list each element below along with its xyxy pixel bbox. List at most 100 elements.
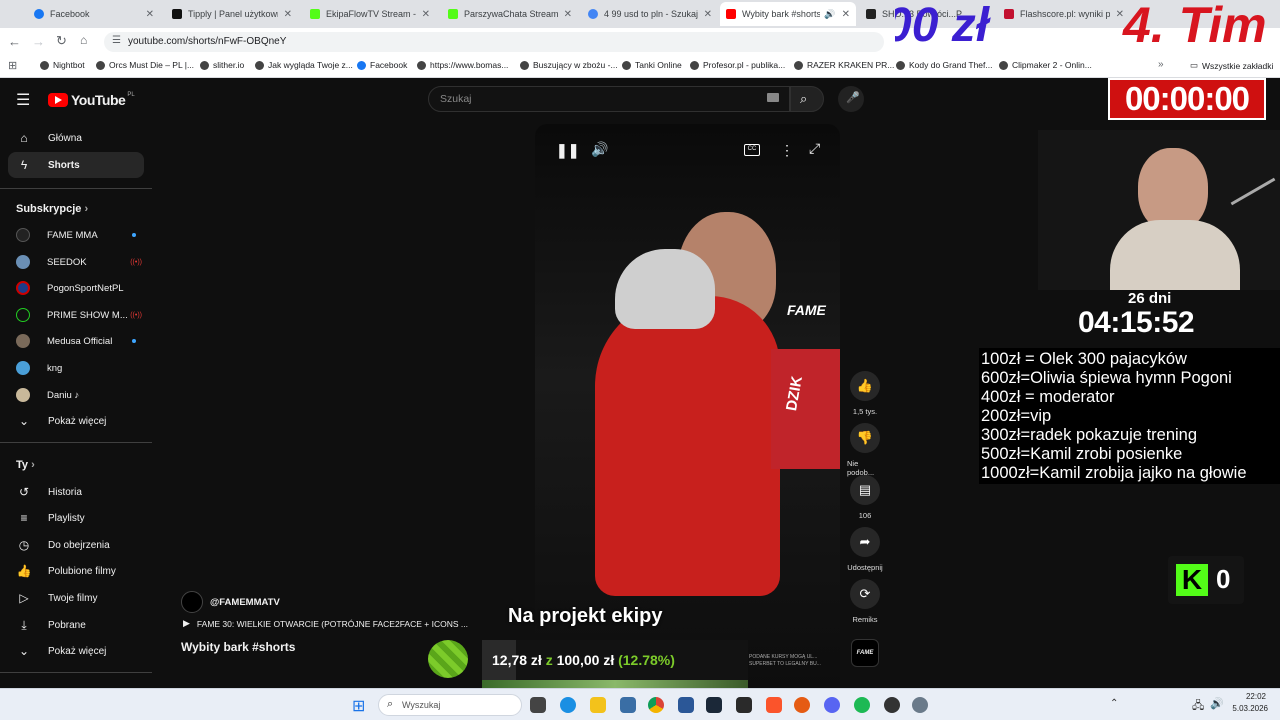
sidebar-item-shorts[interactable]: ϟ Shorts: [8, 152, 144, 178]
tab-google-search[interactable]: 4 99 usd to pln - Szukaj w ✕: [582, 2, 718, 26]
tab-youtube-active[interactable]: Wybity bark #shorts 🔊 ✕: [720, 2, 856, 26]
clock-time[interactable]: 22:02: [1232, 692, 1266, 701]
playlist-title: FAME 30: WIELKIE OTWARCIE (POTRÓJNE FACE…: [196, 618, 468, 629]
bookmark-item[interactable]: RAZER KRAKEN PR...: [794, 60, 894, 70]
forward-icon[interactable]: →: [32, 34, 45, 49]
volume-icon[interactable]: 🔊: [1210, 697, 1224, 710]
bookmark-item[interactable]: Orcs Must Die – PL |...: [96, 60, 194, 70]
subscription-item[interactable]: SEEDOK ((•)): [16, 252, 142, 272]
speaker-icon[interactable]: 🔊: [824, 9, 835, 20]
steam-icon[interactable]: [706, 697, 722, 713]
close-tab-icon[interactable]: ✕: [704, 9, 712, 20]
hamburger-menu-icon[interactable]: ☰: [16, 90, 30, 110]
like-button[interactable]: 👍 1,5 tys.: [847, 371, 883, 416]
channel-info[interactable]: @FAMEMMATV: [181, 591, 280, 613]
subscription-item[interactable]: PogonSportNetPL: [16, 278, 136, 298]
sound-thumbnail[interactable]: FAME: [851, 639, 879, 667]
bookmark-item[interactable]: Kody do Grand Thef...: [896, 60, 992, 70]
taskbar-search[interactable]: ⌕ Wyszukaj: [378, 694, 522, 716]
sidebar-item-watch-later[interactable]: ◷ Do obejrzenia: [8, 532, 144, 558]
short-video-player[interactable]: DZIK FAME PODANE KURSY MOGĄ UL... SUPERB…: [535, 124, 840, 688]
youtube-logo[interactable]: YouTube PL: [48, 92, 135, 108]
all-bookmarks-button[interactable]: ▭ Wszystkie zakładki: [1190, 60, 1273, 71]
comments-button[interactable]: ▤ 106: [847, 475, 883, 520]
playlist-link[interactable]: ▶ FAME 30: WIELKIE OTWARCIE (POTRÓJNE FA…: [183, 618, 468, 629]
search-button[interactable]: ⌕: [790, 86, 824, 112]
more-bookmarks-icon[interactable]: »: [1158, 59, 1164, 70]
show-more-subscriptions[interactable]: ⌄ Pokaż więcej: [8, 408, 144, 434]
search-input[interactable]: Szukaj: [428, 86, 790, 112]
close-tab-icon[interactable]: ✕: [422, 9, 430, 20]
app-icon[interactable]: [678, 697, 694, 713]
discord-icon[interactable]: [824, 697, 840, 713]
sidebar-item-home[interactable]: ⌂ Główna: [8, 125, 144, 151]
share-button[interactable]: ➦ Udostępnij: [847, 527, 883, 572]
task-view-icon[interactable]: [530, 697, 546, 713]
volume-icon[interactable]: 🔊: [591, 141, 608, 158]
bookmark-item[interactable]: Facebook: [357, 60, 407, 70]
subscription-item[interactable]: FAME MMA: [16, 225, 136, 245]
tab-facebook[interactable]: Facebook ✕: [28, 2, 160, 26]
close-tab-icon[interactable]: ✕: [284, 9, 292, 20]
tray-chevron-icon[interactable]: ⌃: [1110, 698, 1118, 709]
sidebar-item-downloads[interactable]: ⤓ Pobrane: [8, 612, 144, 638]
close-tab-icon[interactable]: ✕: [564, 9, 572, 20]
reload-icon[interactable]: ↻: [56, 33, 67, 49]
close-tab-icon[interactable]: ✕: [146, 9, 154, 20]
remix-button[interactable]: ⟳ Remiks: [847, 579, 883, 624]
app-icon[interactable]: [884, 697, 900, 713]
windows-start-icon[interactable]: ⊞: [352, 696, 365, 716]
bookmark-item[interactable]: Buszujący w zbożu -...: [520, 60, 618, 70]
edge-icon[interactable]: [560, 697, 576, 713]
close-tab-icon[interactable]: ✕: [842, 9, 850, 20]
bookmark-item[interactable]: slither.io: [200, 60, 244, 70]
network-icon[interactable]: 🖧: [1192, 697, 1204, 716]
sidebar-item-playlists[interactable]: ≡ Playlisty: [8, 505, 144, 531]
subscription-item[interactable]: Medusa Official: [16, 331, 136, 351]
chrome-icon[interactable]: [648, 697, 664, 713]
epic-games-icon[interactable]: [736, 697, 752, 713]
site-info-icon[interactable]: ☰: [112, 35, 121, 46]
bookmark-item[interactable]: Profesor.pl - publika...: [690, 60, 785, 70]
keyboard-icon[interactable]: [767, 93, 779, 102]
captions-icon[interactable]: CC: [744, 144, 760, 156]
subscription-item[interactable]: Daniu ♪: [16, 385, 136, 405]
pause-icon[interactable]: ❚❚: [556, 142, 579, 159]
obs-icon[interactable]: [794, 697, 810, 713]
brave-icon[interactable]: [766, 697, 782, 713]
bookmark-label: Clipmaker 2 - Onlin...: [1012, 60, 1092, 70]
settings-icon[interactable]: [912, 697, 928, 713]
dislike-button[interactable]: 👎 Nie podob...: [847, 423, 883, 477]
channel-name: kng: [47, 362, 63, 374]
store-icon[interactable]: [620, 697, 636, 713]
bookmark-label: Facebook: [370, 60, 408, 70]
omnibox[interactable]: ☰ youtube.com/shorts/nFwF-OBQneY: [104, 32, 884, 52]
subscription-item[interactable]: PRIME SHOW M... ((•)): [16, 305, 142, 325]
sidebar-item-liked[interactable]: 👍 Polubione filmy: [8, 558, 144, 584]
tab-tipply[interactable]: Tipply | Panel użytkownika ✕: [166, 2, 298, 26]
bookmark-item[interactable]: Jak wygląda Twoje z...: [255, 60, 353, 70]
back-icon[interactable]: ←: [8, 34, 21, 49]
bookmark-item[interactable]: Tanki Online: [622, 60, 682, 70]
file-explorer-icon[interactable]: [590, 697, 606, 713]
more-options-icon[interactable]: ⋮: [780, 142, 794, 159]
subscription-item[interactable]: kng: [16, 358, 136, 378]
subscriptions-heading[interactable]: Subskrypcje ›: [16, 203, 88, 215]
voice-search-button[interactable]: 🎤: [838, 86, 864, 112]
spotify-icon[interactable]: [854, 697, 870, 713]
bookmark-item[interactable]: https://www.bomas...: [417, 60, 508, 70]
you-heading[interactable]: Ty ›: [16, 459, 35, 471]
sidebar-item-your-videos[interactable]: ▷ Twoje filmy: [8, 585, 144, 611]
sidebar-item-show-more[interactable]: ⌄ Pokaż więcej: [8, 638, 144, 664]
fullscreen-icon[interactable]: ⤢: [809, 140, 820, 157]
bookmark-item[interactable]: Clipmaker 2 - Onlin...: [999, 60, 1092, 70]
bookmark-item[interactable]: Nightbot: [40, 60, 85, 70]
thumbs-up-icon: 👍: [850, 371, 880, 401]
tab-parszywachata[interactable]: ParszywaChata Stream - W ✕: [442, 2, 578, 26]
clock-date[interactable]: 5.03.2026: [1228, 704, 1268, 713]
tab-ekipaflow[interactable]: EkipaFlowTV Stream - Wat ✕: [304, 2, 436, 26]
apps-grid-icon[interactable]: ⊞: [8, 59, 17, 72]
home-icon[interactable]: ⌂: [80, 33, 87, 47]
sidebar-item-history[interactable]: ↺ Historia: [8, 479, 144, 505]
history-icon: ↺: [18, 485, 30, 499]
